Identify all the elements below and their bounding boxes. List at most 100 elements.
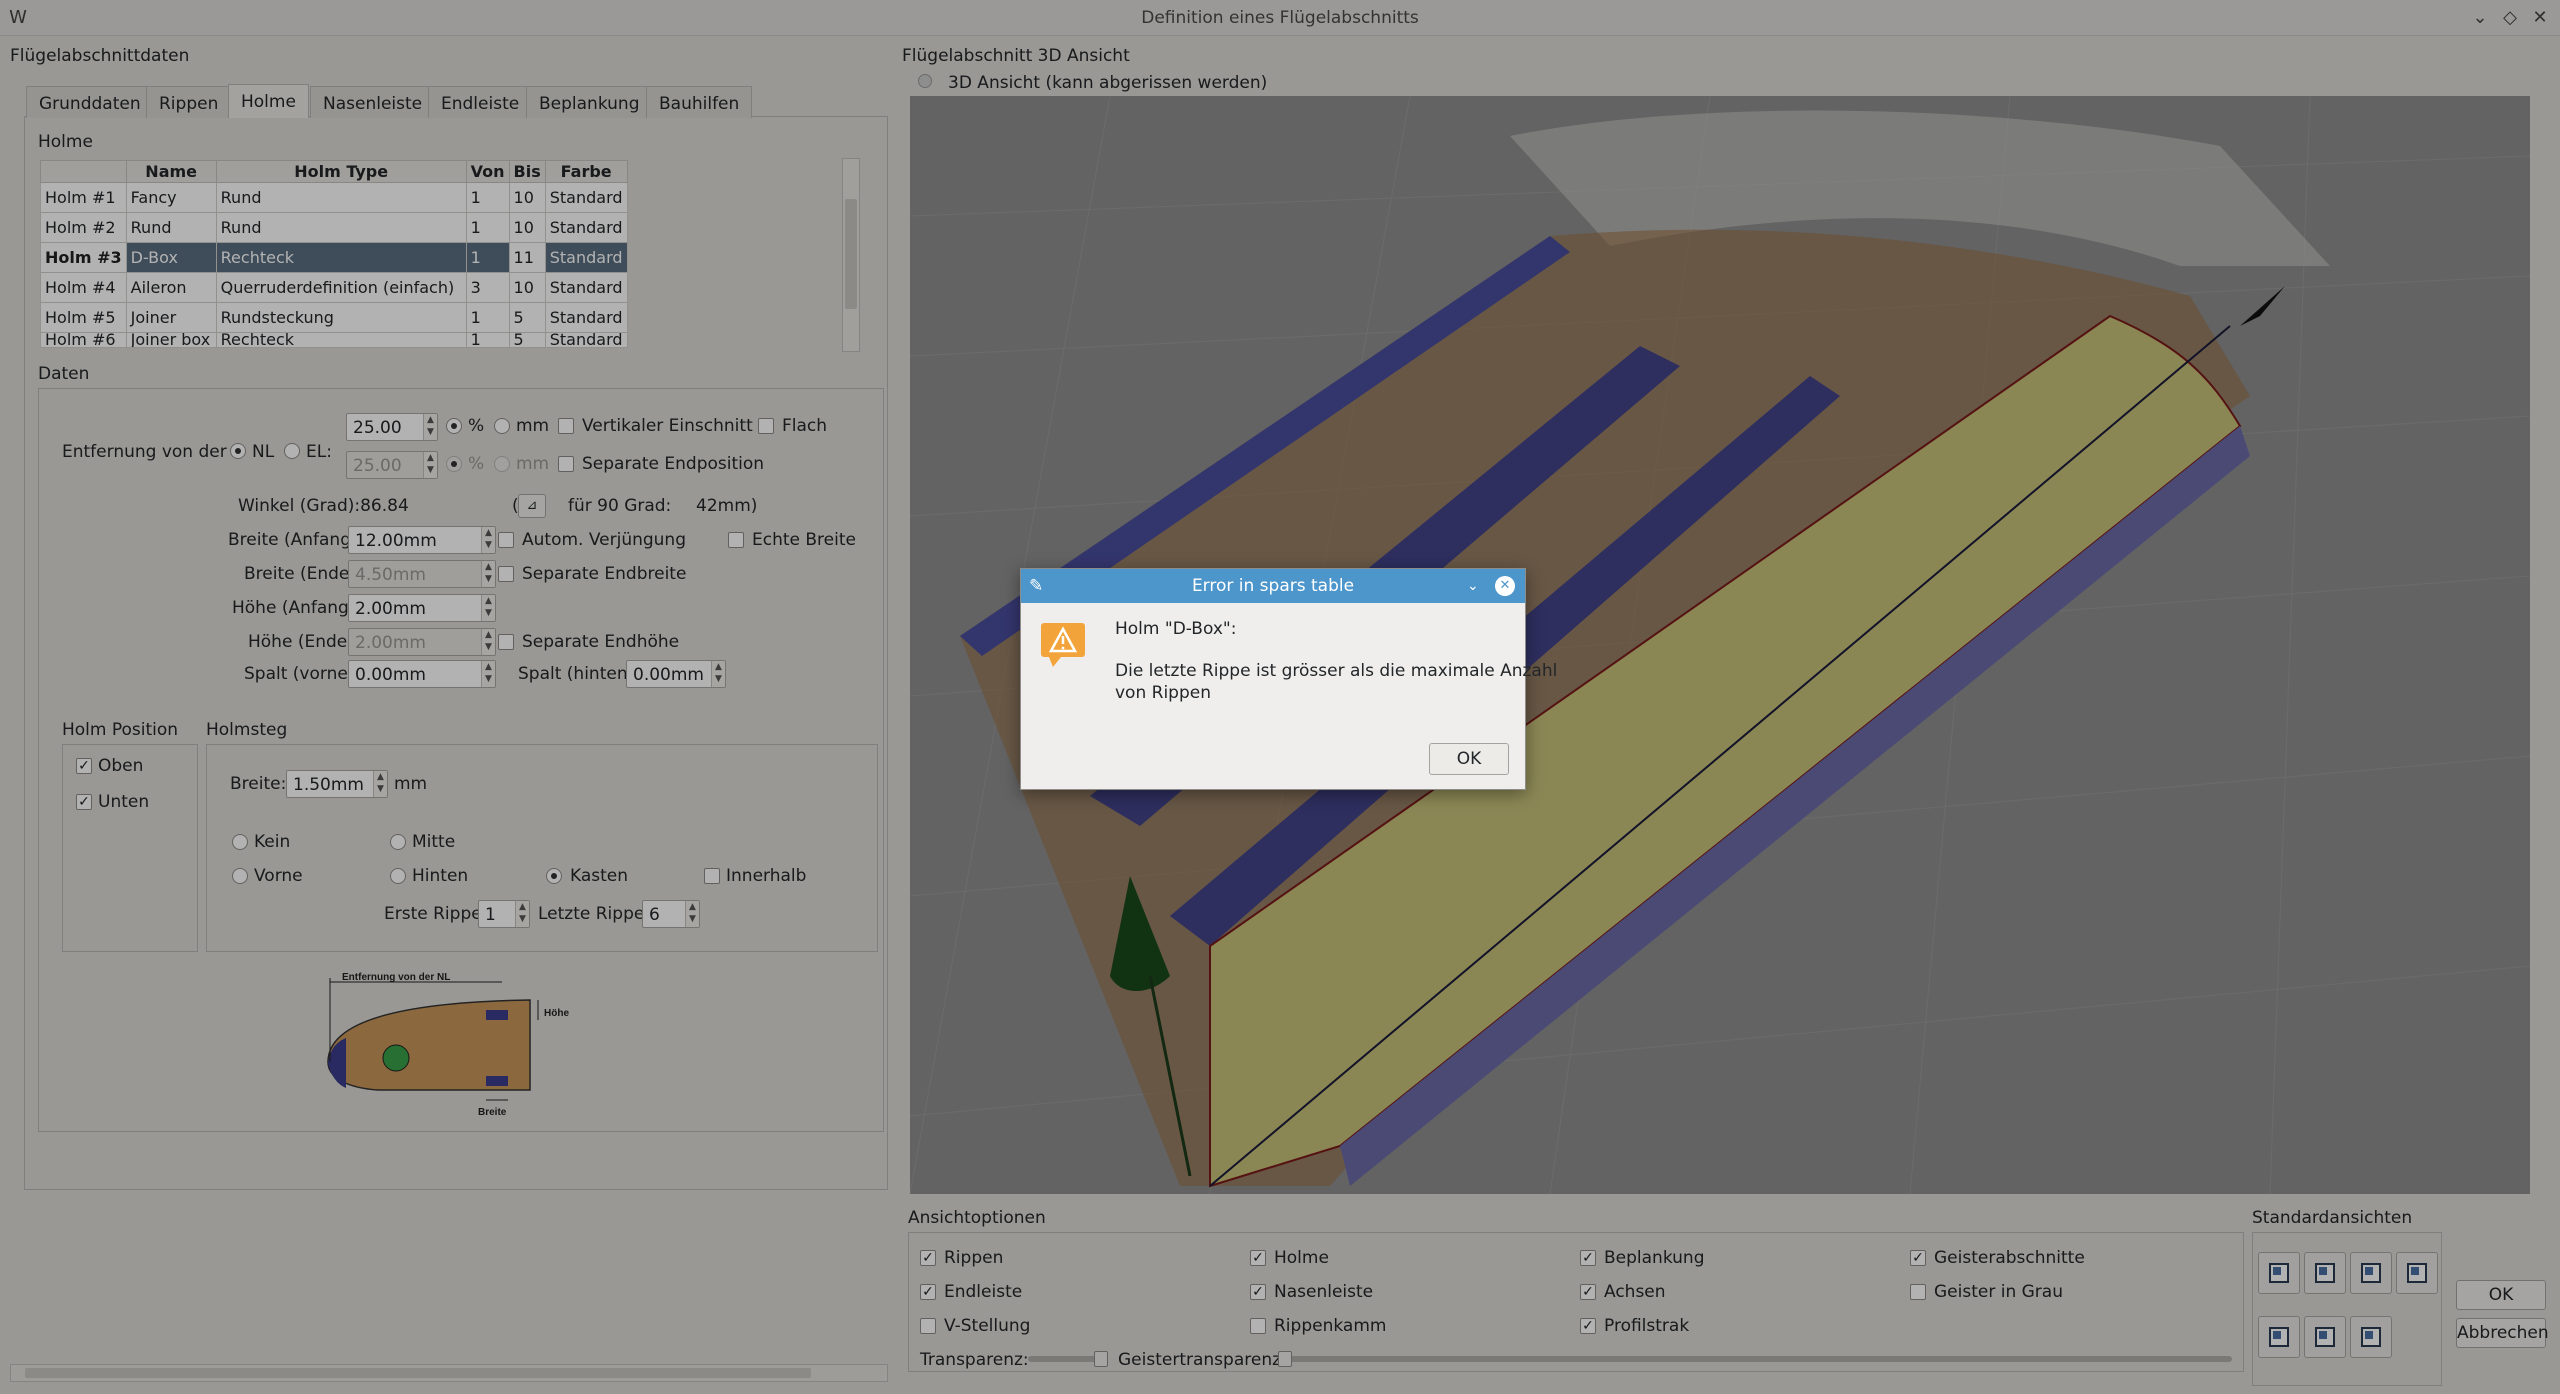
cell-von[interactable]: 1 bbox=[465, 182, 510, 213]
slider-handle[interactable] bbox=[1094, 1351, 1108, 1367]
cell-name[interactable]: Joiner box bbox=[125, 332, 217, 348]
cell-bis[interactable]: 10 bbox=[508, 182, 546, 213]
col-von[interactable]: Von bbox=[465, 160, 510, 183]
view-right-icon[interactable] bbox=[2396, 1252, 2438, 1294]
view-back-icon[interactable] bbox=[2304, 1252, 2346, 1294]
spalt-vorne-spinbox[interactable]: 0.00mm ▲ ▼ bbox=[348, 660, 496, 688]
col-name[interactable]: Name bbox=[125, 160, 217, 183]
spin-arrows-icon[interactable]: ▲ ▼ bbox=[481, 561, 495, 587]
geister-grau-checkbox[interactable] bbox=[1910, 1284, 1926, 1300]
left-h-scrollbar[interactable] bbox=[10, 1364, 888, 1382]
spin-arrows-icon[interactable]: ▲ ▼ bbox=[373, 771, 387, 797]
cell-type[interactable]: Rechteck bbox=[215, 332, 467, 348]
spars-table[interactable]: Name Holm Type Von Bis Farbe Holm #1 Fan… bbox=[40, 160, 628, 348]
ok-button[interactable]: OK bbox=[2456, 1280, 2546, 1310]
separate-endbreite-checkbox[interactable] bbox=[498, 566, 514, 582]
nl-distance-spinbox[interactable]: 25.00 ▲ ▼ bbox=[346, 413, 438, 441]
beplankung-checkbox[interactable]: ✓ bbox=[1580, 1250, 1596, 1266]
tab-rippen[interactable]: Rippen bbox=[146, 86, 232, 118]
echte-breite-checkbox[interactable] bbox=[728, 532, 744, 548]
spin-arrows-icon[interactable]: ▲ ▼ bbox=[711, 661, 725, 687]
hinten-radio[interactable] bbox=[390, 868, 406, 884]
profilstrak-checkbox[interactable]: ✓ bbox=[1580, 1318, 1596, 1334]
kasten-radio[interactable] bbox=[546, 868, 562, 884]
spin-arrows-icon[interactable]: ▲ ▼ bbox=[481, 527, 495, 553]
dialog-close-icon[interactable]: ✕ bbox=[1495, 576, 1515, 596]
v-stellung-checkbox[interactable] bbox=[920, 1318, 936, 1334]
row-header[interactable]: Holm #1 bbox=[40, 182, 127, 213]
cell-von[interactable]: 1 bbox=[465, 302, 510, 333]
abbrechen-button[interactable]: Abbrechen bbox=[2456, 1318, 2549, 1348]
erste-rippe-spinbox[interactable]: 1 ▲ ▼ bbox=[478, 900, 530, 928]
nl-percent-radio[interactable] bbox=[446, 418, 462, 434]
keep-above-icon[interactable]: ◇ bbox=[2498, 6, 2522, 30]
chevron-down-icon[interactable]: ⌄ bbox=[1467, 569, 1479, 603]
cell-bis[interactable]: 5 bbox=[508, 332, 546, 348]
view-iso-icon[interactable] bbox=[2350, 1316, 2392, 1358]
autom-verjuengung-checkbox[interactable] bbox=[498, 532, 514, 548]
close-icon[interactable]: ✕ bbox=[2528, 6, 2552, 30]
cell-bis[interactable]: 5 bbox=[508, 302, 546, 333]
cell-name[interactable]: Joiner bbox=[125, 302, 217, 333]
table-row[interactable]: Holm #4 Aileron Querruderdefinition (ein… bbox=[40, 272, 628, 303]
nl-radio[interactable] bbox=[230, 443, 246, 459]
row-header[interactable]: Holm #3 bbox=[40, 242, 127, 273]
rippen-checkbox[interactable]: ✓ bbox=[920, 1250, 936, 1266]
cell-von[interactable]: 1 bbox=[465, 212, 510, 243]
oben-checkbox[interactable]: ✓ bbox=[76, 758, 92, 774]
table-scrollbar[interactable] bbox=[842, 158, 860, 352]
cell-type[interactable]: Rund bbox=[215, 212, 467, 243]
cell-von[interactable]: 1 bbox=[465, 242, 510, 273]
tab-bauhilfen[interactable]: Bauhilfen bbox=[646, 86, 753, 118]
nasenleiste-checkbox[interactable]: ✓ bbox=[1250, 1284, 1266, 1300]
col-bis[interactable]: Bis bbox=[508, 160, 546, 183]
spin-arrows-icon[interactable]: ▲ ▼ bbox=[685, 901, 699, 927]
kein-radio[interactable] bbox=[232, 834, 248, 850]
scrollbar-thumb[interactable] bbox=[25, 1368, 811, 1378]
spin-arrows-icon[interactable]: ▲ ▼ bbox=[481, 661, 495, 687]
tear-off-icon[interactable] bbox=[918, 74, 932, 88]
scrollbar-thumb[interactable] bbox=[845, 199, 857, 309]
mitte-radio[interactable] bbox=[390, 834, 406, 850]
geisterabschnitte-checkbox[interactable]: ✓ bbox=[1910, 1250, 1926, 1266]
cell-farbe[interactable]: Standard bbox=[544, 332, 628, 348]
el-radio[interactable] bbox=[284, 443, 300, 459]
cell-farbe[interactable]: Standard bbox=[544, 272, 628, 303]
spalt-hinten-spinbox[interactable]: 0.00mm ▲ ▼ bbox=[626, 660, 726, 688]
dialog-titlebar[interactable]: ✎ Error in spars table ⌄ ✕ bbox=[1021, 569, 1525, 603]
view-bottom-icon[interactable] bbox=[2304, 1316, 2346, 1358]
cell-bis[interactable]: 10 bbox=[508, 272, 546, 303]
tab-grunddaten[interactable]: Grunddaten bbox=[26, 86, 154, 118]
table-row-selected[interactable]: Holm #3 D-Box Rechteck 1 11 Standard bbox=[40, 242, 628, 273]
el-distance-spinbox[interactable]: 25.00 ▲ ▼ bbox=[346, 451, 438, 479]
vorne-radio[interactable] bbox=[232, 868, 248, 884]
error-dialog[interactable]: ✎ Error in spars table ⌄ ✕ Holm "D-Box":… bbox=[1020, 568, 1557, 790]
letzte-rippe-spinbox[interactable]: 6 ▲ ▼ bbox=[642, 900, 700, 928]
spin-arrows-icon[interactable]: ▲ ▼ bbox=[481, 629, 495, 655]
cell-type[interactable]: Rund bbox=[215, 182, 467, 213]
cell-name[interactable]: D-Box bbox=[125, 242, 217, 273]
rippenkamm-checkbox[interactable] bbox=[1250, 1318, 1266, 1334]
cell-farbe[interactable]: Standard bbox=[544, 182, 628, 213]
view-top-icon[interactable] bbox=[2258, 1316, 2300, 1358]
view-front-icon[interactable] bbox=[2258, 1252, 2300, 1294]
cell-bis[interactable]: 10 bbox=[508, 212, 546, 243]
el-mm-radio[interactable] bbox=[494, 456, 510, 472]
spin-arrows-icon[interactable]: ▲ ▼ bbox=[515, 901, 529, 927]
vertikaler-einschnitt-checkbox[interactable] bbox=[558, 418, 574, 434]
col-farbe[interactable]: Farbe bbox=[544, 160, 628, 183]
breite-ende-spinbox[interactable]: 4.50mm ▲ ▼ bbox=[348, 560, 496, 588]
row-header[interactable]: Holm #5 bbox=[40, 302, 127, 333]
cell-type[interactable]: Rechteck bbox=[215, 242, 467, 273]
cell-farbe[interactable]: Standard bbox=[544, 242, 628, 273]
nl-mm-radio[interactable] bbox=[494, 418, 510, 434]
window-titlebar[interactable]: W Definition eines Flügelabschnitts ⌄ ◇ … bbox=[0, 0, 2560, 36]
table-row[interactable]: Holm #5 Joiner Rundsteckung 1 5 Standard bbox=[40, 302, 628, 333]
hoehe-anfang-spinbox[interactable]: 2.00mm ▲ ▼ bbox=[348, 594, 496, 622]
tab-endleiste[interactable]: Endleiste bbox=[428, 86, 533, 118]
innerhalb-checkbox[interactable] bbox=[704, 868, 720, 884]
cell-von[interactable]: 1 bbox=[465, 332, 510, 348]
chevron-down-icon[interactable]: ⌄ bbox=[2468, 6, 2492, 30]
holme-checkbox[interactable]: ✓ bbox=[1250, 1250, 1266, 1266]
transparenz-slider[interactable] bbox=[1028, 1351, 1108, 1367]
